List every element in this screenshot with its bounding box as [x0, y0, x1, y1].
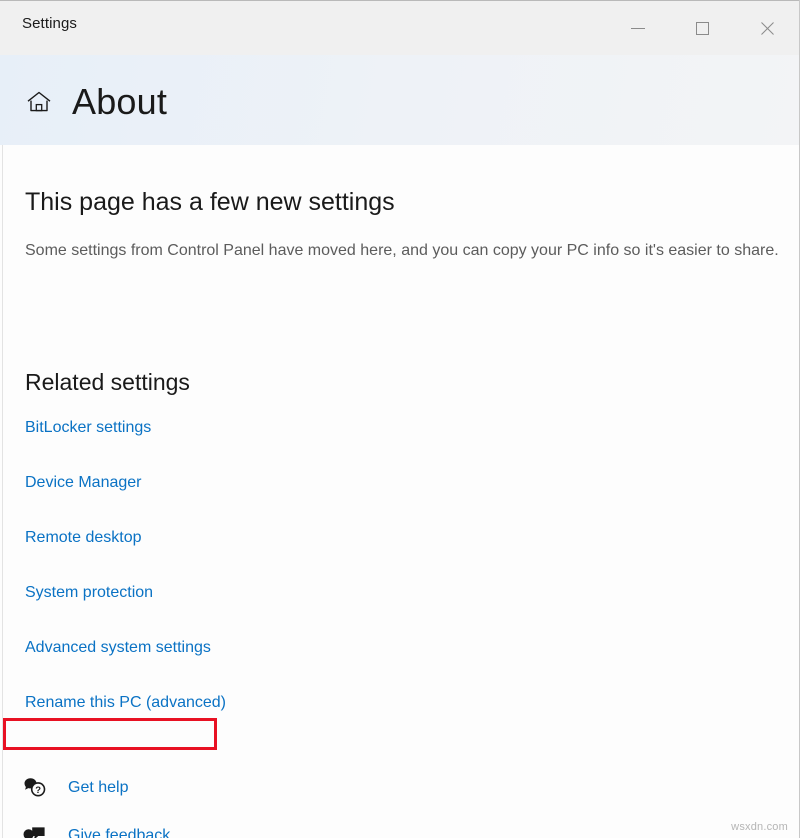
- related-link-rename-this-pc[interactable]: Rename this PC (advanced): [25, 692, 226, 714]
- settings-window: Settings About This page has a few new s…: [0, 0, 800, 838]
- related-link-bitlocker-settings[interactable]: BitLocker settings: [25, 417, 151, 439]
- related-link-remote-desktop[interactable]: Remote desktop: [25, 527, 142, 549]
- footer-row-give-feedback[interactable]: Give feedback: [0, 816, 800, 838]
- notice-body: Some settings from Control Panel have mo…: [25, 242, 779, 259]
- footer-links: ? Get help Give feedback: [0, 768, 800, 838]
- feedback-bubble-icon: [22, 822, 50, 838]
- left-edge-divider: [2, 145, 3, 838]
- close-icon: [759, 20, 776, 37]
- related-settings-heading: Related settings: [25, 369, 190, 395]
- home-icon[interactable]: [25, 88, 53, 116]
- watermark-text: wsxdn.com: [731, 821, 788, 833]
- title-bar: Settings: [0, 0, 800, 55]
- related-link-device-manager[interactable]: Device Manager: [25, 472, 142, 494]
- minimize-icon: [630, 28, 645, 29]
- footer-link-give-feedback[interactable]: Give feedback: [68, 825, 170, 838]
- related-link-system-protection[interactable]: System protection: [25, 582, 153, 604]
- footer-row-get-help[interactable]: ? Get help: [0, 768, 800, 816]
- close-button[interactable]: [735, 6, 800, 52]
- window-controls: [605, 1, 800, 56]
- svg-text:?: ?: [35, 785, 41, 796]
- related-link-advanced-system-settings[interactable]: Advanced system settings: [25, 637, 211, 659]
- maximize-icon: [696, 22, 709, 35]
- window-title: Settings: [22, 15, 77, 32]
- related-settings-list: BitLocker settings Device Manager Remote…: [25, 417, 525, 747]
- footer-link-get-help[interactable]: Get help: [68, 777, 128, 799]
- help-bubble-icon: ?: [22, 774, 50, 802]
- minimize-button[interactable]: [605, 6, 670, 52]
- content-area: This page has a few new settings Some se…: [0, 145, 800, 838]
- maximize-button[interactable]: [670, 6, 735, 52]
- page-title: About: [72, 81, 168, 122]
- notice-heading: This page has a few new settings: [25, 188, 395, 216]
